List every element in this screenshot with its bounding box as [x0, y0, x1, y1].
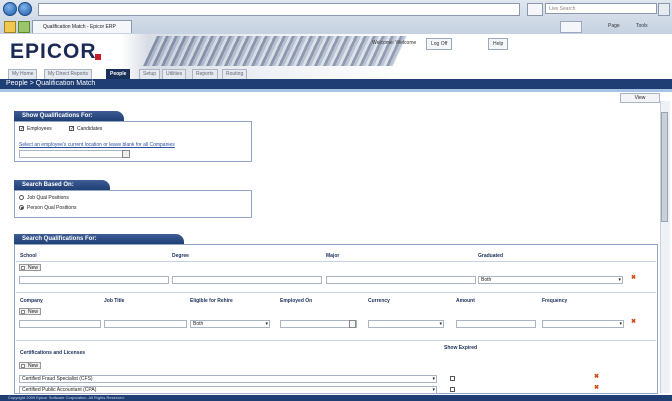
location-select[interactable]: [19, 150, 127, 158]
employees-checkbox[interactable]: ✓: [19, 126, 24, 132]
degree-header: Degree: [172, 253, 189, 259]
new-icon: [21, 364, 25, 368]
lookup-icon[interactable]: [122, 150, 130, 158]
job-qual-label: Job Qual Positions: [27, 195, 69, 201]
certification-select-1[interactable]: Certified Fraud Specialist (CFS): [19, 375, 437, 383]
amount-input[interactable]: [456, 320, 536, 328]
accent-bar: [0, 89, 672, 92]
graduated-header: Graduated: [478, 253, 504, 259]
new-icon: [21, 310, 25, 314]
divider: [16, 292, 656, 293]
search-qualifications-title: Search Qualifications For:: [14, 234, 184, 244]
browser-search-input[interactable]: Live Search: [545, 3, 657, 14]
employees-label: Employees: [27, 126, 52, 132]
job-title-input[interactable]: [104, 320, 187, 328]
tools-menu[interactable]: Tools: [636, 21, 648, 32]
amount-header: Amount: [456, 298, 475, 304]
rehire-select[interactable]: Both: [190, 320, 270, 328]
show-expired-checkbox-2[interactable]: [450, 387, 455, 392]
search-icon[interactable]: [658, 3, 670, 16]
job-qual-radio[interactable]: [19, 195, 24, 200]
search-based-on-title: Search Based On:: [14, 180, 110, 190]
major-header: Major: [326, 253, 340, 259]
person-qual-label: Person Qual Positions: [27, 205, 77, 211]
major-input[interactable]: [326, 276, 476, 284]
breadcrumb: People > Qualification Match: [6, 80, 96, 87]
calendar-icon[interactable]: [349, 320, 356, 328]
help-button[interactable]: Help: [488, 38, 509, 50]
scrollbar-thumb[interactable]: [661, 112, 668, 222]
employed-on-input[interactable]: [280, 320, 357, 328]
show-expired-checkbox-1[interactable]: [450, 376, 455, 381]
divider: [16, 261, 656, 262]
search-qualifications-panel: [14, 244, 658, 394]
new-icon: [21, 266, 25, 270]
frequency-header: Frequency: [542, 298, 568, 304]
location-hint-link[interactable]: Select an employee's current location or…: [19, 142, 175, 148]
copyright-footer: Copyright 2009 Epicor Software Corporati…: [0, 395, 672, 401]
delete-education-icon[interactable]: ✖: [631, 274, 636, 281]
back-icon[interactable]: [3, 2, 17, 16]
new-employment-button[interactable]: New: [19, 308, 42, 315]
logo-mark: [95, 54, 101, 60]
header-banner-image: [143, 36, 407, 66]
view-button[interactable]: View: [620, 93, 660, 103]
browser-tab[interactable]: Qualification Match - Epicor ERP: [32, 20, 132, 33]
currency-select[interactable]: [368, 320, 444, 328]
add-favorites-icon[interactable]: [18, 21, 30, 33]
candidates-checkbox[interactable]: ✓: [69, 126, 74, 132]
candidates-label: Candidates: [77, 126, 103, 132]
new-certification-button[interactable]: New: [19, 362, 42, 369]
new-education-button[interactable]: New: [19, 264, 42, 271]
favorites-star-icon[interactable]: [4, 21, 16, 33]
home-icon[interactable]: [560, 21, 582, 33]
eligible-rehire-header: Eligible for Rehire: [190, 298, 233, 304]
company-input[interactable]: [19, 320, 101, 328]
delete-certification-icon-1[interactable]: ✖: [594, 373, 599, 380]
delete-certification-icon-2[interactable]: ✖: [594, 384, 599, 391]
page-menu[interactable]: Page: [608, 21, 620, 32]
show-expired-header: Show Expired: [444, 345, 478, 351]
certifications-header: Certifications and Licenses: [20, 350, 86, 356]
delete-employment-icon[interactable]: ✖: [631, 318, 636, 325]
divider: [16, 340, 656, 341]
school-header: School: [20, 253, 37, 259]
certification-select-2[interactable]: Certified Public Accountant (CPA): [19, 386, 437, 394]
employed-on-header: Employed On: [280, 298, 313, 304]
welcome-text: Welcome: Welcome: [372, 40, 417, 46]
graduated-select[interactable]: Both: [478, 276, 623, 284]
company-header: Company: [20, 298, 43, 304]
forward-icon[interactable]: [18, 2, 32, 16]
show-qualifications-title: Show Qualifications For:: [14, 111, 124, 121]
school-input[interactable]: [19, 276, 169, 284]
degree-input[interactable]: [172, 276, 322, 284]
address-bar[interactable]: [38, 3, 520, 16]
refresh-icon[interactable]: [527, 3, 543, 16]
logoff-button[interactable]: Log Off: [426, 38, 453, 50]
app-logo: EPICOR: [10, 40, 97, 63]
person-qual-radio[interactable]: [19, 205, 24, 210]
breadcrumb-bar: [0, 79, 672, 89]
job-title-header: Job Title: [104, 298, 125, 304]
frequency-select[interactable]: [542, 320, 624, 328]
currency-header: Currency: [368, 298, 390, 304]
